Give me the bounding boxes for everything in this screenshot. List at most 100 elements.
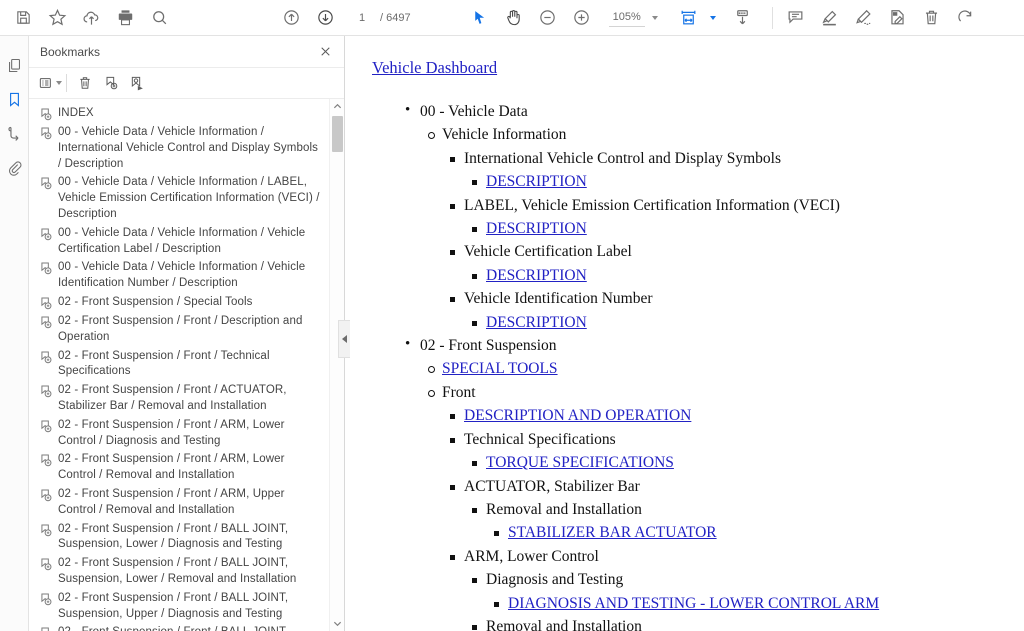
toolbar-annotation-group <box>779 1 983 35</box>
diagnosis-testing-lower-control-arm-link[interactable]: DIAGNOSIS AND TESTING - LOWER CONTROL AR… <box>508 595 879 612</box>
list-item[interactable]: 02 - Front Suspension / Front / Descript… <box>29 313 326 348</box>
zoom-in-icon[interactable] <box>565 1 599 35</box>
outline-item-link: DESCRIPTION <box>464 217 1018 240</box>
outline-item-link: DESCRIPTION <box>464 311 1018 334</box>
scroll-down-icon[interactable] <box>330 616 344 631</box>
outline-children: Removal and Installation STABILIZER BAR … <box>464 498 1018 545</box>
bookmarks-scrollbar[interactable] <box>329 99 344 631</box>
page-number-input[interactable] <box>350 8 374 28</box>
outline-label: Removal and Installation <box>486 501 642 518</box>
zoom-out-icon[interactable] <box>531 1 565 35</box>
list-item[interactable]: 00 - Vehicle Data / Vehicle Information … <box>29 259 326 294</box>
close-icon[interactable] <box>316 43 334 61</box>
bookmark-link-icon <box>39 453 53 468</box>
save-icon[interactable] <box>6 1 40 35</box>
outline-label: Front <box>442 384 476 401</box>
scrollbar-thumb[interactable] <box>332 116 343 152</box>
outline-label: Removal and Installation <box>486 618 642 631</box>
outline-item-certification-label: Vehicle Certification Label DESCRIPTION <box>442 240 1018 287</box>
undo-icon[interactable] <box>949 1 983 35</box>
cloud-upload-icon[interactable] <box>74 1 108 35</box>
star-icon[interactable] <box>40 1 74 35</box>
previous-page-icon[interactable] <box>274 1 308 35</box>
bookmark-link-icon <box>39 419 53 434</box>
collapse-panel-handle[interactable] <box>338 320 350 358</box>
scroll-up-icon[interactable] <box>330 99 344 114</box>
description-link[interactable]: DESCRIPTION <box>486 314 587 331</box>
list-item[interactable]: INDEX <box>29 105 326 124</box>
fit-options-chevron-icon[interactable] <box>710 16 716 20</box>
bookmarks-toolbar <box>29 67 344 99</box>
list-item[interactable]: 02 - Front Suspension / Front / BALL JOI… <box>29 590 326 625</box>
signature-icon[interactable] <box>0 116 29 150</box>
outline-children: DESCRIPTION <box>464 311 1018 334</box>
chevron-down-icon[interactable] <box>652 16 658 20</box>
list-item[interactable]: 00 - Vehicle Data / Vehicle Information … <box>29 225 326 260</box>
description-link[interactable]: DESCRIPTION <box>486 173 587 190</box>
outline-item-vin: Vehicle Identification Number DESCRIPTIO… <box>442 287 1018 334</box>
list-item[interactable]: 02 - Front Suspension / Front / Technica… <box>29 348 326 383</box>
highlight-icon[interactable] <box>813 1 847 35</box>
list-item-label: 00 - Vehicle Data / Vehicle Information … <box>58 175 320 222</box>
next-page-icon[interactable] <box>308 1 342 35</box>
list-item[interactable]: 02 - Front Suspension / Front / ARM, Low… <box>29 417 326 452</box>
list-item[interactable]: 02 - Front Suspension / Front / ARM, Upp… <box>29 486 326 521</box>
outline-children: DIAGNOSIS AND TESTING - LOWER CONTROL AR… <box>486 592 1018 615</box>
bookmark-icon[interactable] <box>0 82 29 116</box>
print-icon[interactable] <box>108 1 142 35</box>
page-thumbnails-icon[interactable] <box>0 48 29 82</box>
bookmark-link-icon <box>39 350 53 365</box>
delete-bookmark-icon[interactable] <box>72 70 98 96</box>
pan-tool-icon[interactable] <box>497 1 531 35</box>
attachment-icon[interactable] <box>0 150 29 184</box>
scrolling-mode-icon[interactable] <box>726 1 760 35</box>
outline-item-link: DIAGNOSIS AND TESTING - LOWER CONTROL AR… <box>486 592 1018 615</box>
bookmarks-panel: Bookmarks <box>29 36 345 631</box>
bookmark-link-icon <box>39 488 53 503</box>
special-tools-link[interactable]: SPECIAL TOOLS <box>442 360 558 377</box>
list-item[interactable]: 02 - Front Suspension / Special Tools <box>29 294 326 313</box>
list-item[interactable]: 02 - Front Suspension / Front / BALL JOI… <box>29 521 326 556</box>
outline-label: Vehicle Identification Number <box>464 290 653 307</box>
outline-item-front: Front DESCRIPTION AND OPERATION Technica… <box>420 381 1018 631</box>
comment-icon[interactable] <box>779 1 813 35</box>
delete-icon[interactable] <box>915 1 949 35</box>
bookmark-link-icon <box>39 176 53 191</box>
list-item[interactable]: 02 - Front Suspension / Front / ACTUATOR… <box>29 382 326 417</box>
description-link[interactable]: DESCRIPTION <box>486 267 587 284</box>
bookmark-link-icon <box>39 227 53 242</box>
draw-icon[interactable] <box>847 1 881 35</box>
bookmark-link-icon <box>39 557 53 572</box>
bookmark-link-icon <box>39 107 53 122</box>
torque-specifications-link[interactable]: TORQUE SPECIFICATIONS <box>486 454 674 471</box>
description-and-operation-link[interactable]: DESCRIPTION AND OPERATION <box>464 407 691 424</box>
outline-item-technical-specifications: Technical Specifications TORQUE SPECIFIC… <box>442 428 1018 475</box>
bookmark-options-icon[interactable] <box>37 70 63 96</box>
list-item[interactable]: 02 - Front Suspension / Front / BALL JOI… <box>29 624 326 631</box>
outline-label: International Vehicle Control and Displa… <box>464 150 781 167</box>
outline-label: ACTUATOR, Stabilizer Bar <box>464 478 640 495</box>
description-link[interactable]: DESCRIPTION <box>486 220 587 237</box>
page-number-field[interactable]: / 6497 <box>350 8 411 28</box>
list-item[interactable]: 02 - Front Suspension / Front / ARM, Low… <box>29 451 326 486</box>
stamp-icon[interactable] <box>881 1 915 35</box>
chevron-down-icon[interactable] <box>56 81 62 85</box>
list-item[interactable]: 00 - Vehicle Data / Vehicle Information … <box>29 124 326 174</box>
zoom-level-field[interactable]: 105% <box>609 9 658 27</box>
new-bookmark-icon[interactable] <box>98 70 124 96</box>
stabilizer-bar-actuator-link[interactable]: STABILIZER BAR ACTUATOR <box>508 524 717 541</box>
select-tool-icon[interactable] <box>463 1 497 35</box>
outline-children: DESCRIPTION <box>464 217 1018 240</box>
zoom-level-value: 105% <box>609 9 645 27</box>
edit-bookmark-icon[interactable] <box>124 70 150 96</box>
outline-section-vehicle-data: 00 - Vehicle Data Vehicle Information In… <box>398 100 1018 334</box>
list-item[interactable]: 02 - Front Suspension / Front / BALL JOI… <box>29 555 326 590</box>
bookmark-link-icon <box>39 261 53 276</box>
vehicle-dashboard-link[interactable]: Vehicle Dashboard <box>372 58 497 78</box>
outline-item-diagnosis-testing: Diagnosis and Testing DIAGNOSIS AND TEST… <box>464 568 1018 615</box>
outline-item-special-tools: SPECIAL TOOLS <box>420 357 1018 380</box>
list-item[interactable]: 00 - Vehicle Data / Vehicle Information … <box>29 174 326 224</box>
outline-item-link: DESCRIPTION <box>464 264 1018 287</box>
fit-page-width-icon[interactable] <box>672 1 706 35</box>
search-icon[interactable] <box>142 1 176 35</box>
